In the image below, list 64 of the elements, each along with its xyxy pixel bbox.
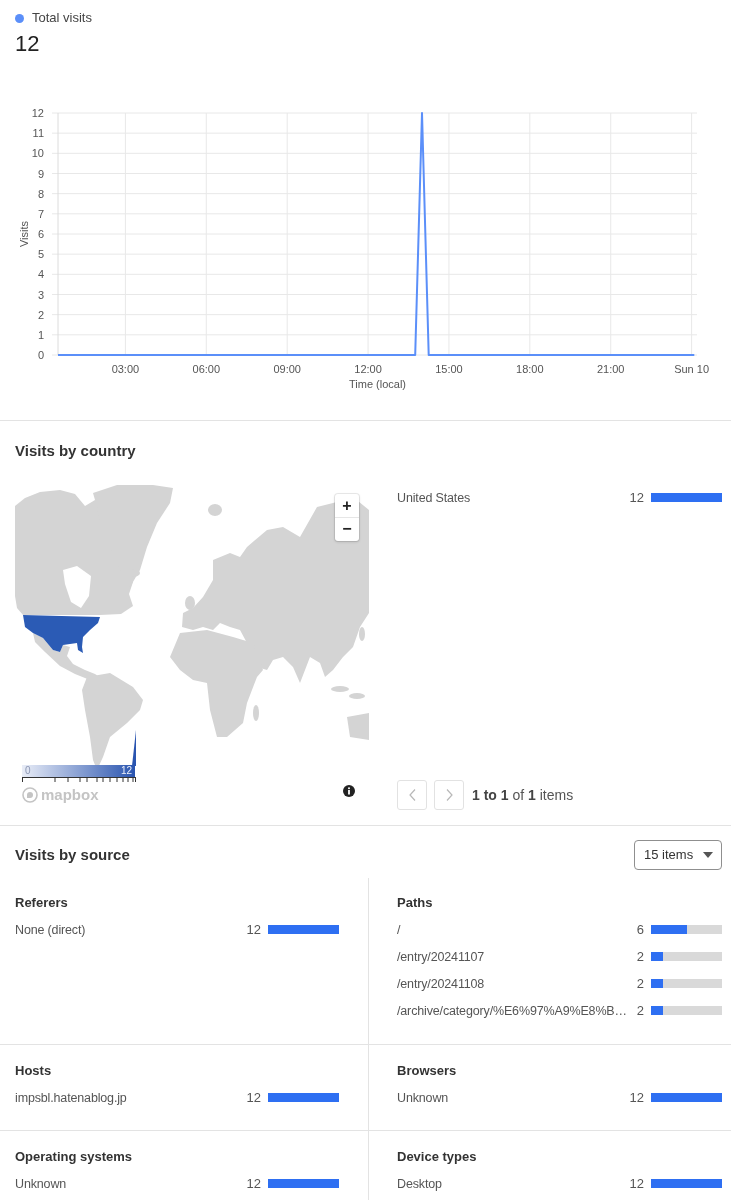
visit-count: 12 [629,1088,644,1107]
info-icon[interactable] [343,785,355,797]
axis-title: Visits [18,220,30,248]
visit-count: 12 [246,1174,261,1193]
section-title: Visits by source [15,845,130,865]
pagination-text: 1 to 1 of 1 items [472,786,574,805]
x-tick-label: 12:00 [354,363,382,375]
visit-count: 2 [636,974,644,993]
zoom-out-button[interactable]: − [335,517,359,540]
visit-count: 12 [246,920,261,939]
item-label: Unknown [397,1089,449,1107]
y-tick-label: 9 [37,167,44,180]
y-tick-label: 2 [37,308,44,321]
x-tick-label: 15:00 [435,363,463,375]
y-tick-label: 3 [37,288,44,301]
y-tick-label: 8 [37,187,44,200]
section-title: Visits by country [15,441,136,461]
page-size-dropdown[interactable]: 15 items [634,840,722,870]
x-tick-label: Sun 10 [674,363,710,375]
item-label: / [397,921,401,939]
chevron-left-icon [408,789,416,801]
x-tick-label: 03:00 [111,363,140,375]
y-tick-label: 5 [37,248,44,261]
x-tick-label: 21:00 [596,363,625,375]
y-tick-label: 12 [31,107,44,119]
visit-count: 6 [636,920,644,939]
y-tick-label: 1 [37,328,44,341]
y-tick-label: 7 [37,207,44,220]
zoom-in-button[interactable]: + [335,494,359,517]
item-label: /entry/20241107 [397,948,485,966]
logo-icon[interactable] [22,787,38,803]
panel-title: Operating systems [15,1148,133,1166]
item-label: Desktop [397,1175,442,1193]
panel-title: Paths [397,894,433,912]
scale-label: 12 [120,765,132,777]
item-label: None (direct) [15,921,86,939]
total-visits-value: 12 [15,30,40,58]
y-tick-label: 11 [32,127,44,140]
visit-count: 12 [629,1174,644,1193]
visit-count: 12 [629,488,644,507]
item-label: United States [397,489,471,507]
visit-count: 2 [636,1001,644,1020]
panel-title: Hosts [15,1062,52,1080]
x-tick-label: 09:00 [273,363,301,375]
item-label: /entry/20241108 [397,975,485,993]
y-tick-label: 10 [31,147,44,160]
axis-title: Time (local) [349,378,406,390]
chevron-right-icon [445,789,453,801]
item-label: Unknown [15,1175,67,1193]
y-tick-label: 4 [37,268,44,281]
y-tick-label: 0 [37,349,44,361]
item-label: impsbl.hatenablog.jp [15,1089,127,1107]
y-tick-label: 6 [37,228,44,240]
panel-title: Device types [397,1148,477,1166]
visit-count: 2 [636,947,644,966]
x-tick-label: 18:00 [516,363,544,375]
caret-icon [703,852,713,858]
legend-label: Total visits [32,9,92,27]
scale-label: 0 [25,765,31,777]
x-tick-label: 06:00 [192,363,221,375]
visit-count: 12 [246,1088,261,1107]
panel-title: Browsers [397,1062,457,1080]
panel-title: Referers [15,894,68,912]
item-label: /archive/category/%E6%97%A9%E8%B… [397,1002,627,1020]
